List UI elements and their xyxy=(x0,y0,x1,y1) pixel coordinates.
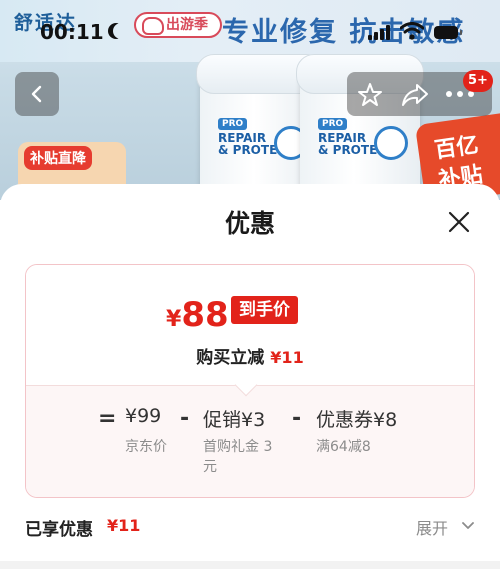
final-price-amount: 88 xyxy=(181,295,229,335)
instant-discount-label: 购买立减 xyxy=(196,348,265,368)
share-icon[interactable] xyxy=(401,82,429,108)
chevron-down-icon[interactable] xyxy=(462,522,474,530)
enjoyed-discount-label: 已享优惠 xyxy=(25,520,93,540)
notification-badge: 5+ xyxy=(463,70,493,92)
final-price-section: ¥88 到手价 购买立减 ¥11 xyxy=(26,265,474,385)
minus-operator: - xyxy=(180,406,190,431)
favorite-star-icon[interactable] xyxy=(357,82,383,108)
cellular-signal-icon xyxy=(368,24,392,40)
product-pro-label: PRO xyxy=(318,118,348,130)
enjoyed-discount-row: 已享优惠 ¥11 展开 xyxy=(25,515,475,541)
expand-button[interactable]: 展开 xyxy=(416,515,448,539)
equals-operator: = xyxy=(98,406,117,431)
final-price-currency: ¥ xyxy=(166,307,182,332)
minus-operator: - xyxy=(292,406,302,431)
trip-season-badge: 出游季 xyxy=(134,12,222,38)
discount-sheet: 优惠 ¥88 到手价 购买立减 ¥11 = ¥99 京东价 - 促销¥3 首购礼金… xyxy=(0,184,500,569)
instant-discount-amount: ¥11 xyxy=(270,348,304,367)
product-pro-label: PRO xyxy=(218,118,248,130)
bottom-divider xyxy=(0,561,500,569)
enjoyed-discount-amount: ¥11 xyxy=(107,516,141,535)
banner-slogan: 专业修复 抗击敏感 xyxy=(222,17,466,48)
close-icon[interactable] xyxy=(447,210,471,234)
promotion-desc: 首购礼金 3元 xyxy=(203,439,273,475)
tooth-logo-icon xyxy=(374,126,408,160)
status-time: 00:11 xyxy=(40,20,104,44)
jd-price-value: ¥99 xyxy=(125,405,162,427)
back-button[interactable] xyxy=(15,72,59,116)
subsidy-drop-label: 补贴直降 xyxy=(24,146,92,170)
price-breakdown-card: ¥88 到手价 购买立减 ¥11 = ¥99 京东价 - 促销¥3 首购礼金 3元… xyxy=(25,264,475,498)
final-price: ¥88 xyxy=(166,295,229,335)
chevron-left-icon xyxy=(31,85,42,103)
coupon-value: 优惠券¥8 xyxy=(316,409,398,431)
wifi-icon xyxy=(400,22,424,40)
product-background: 舒适达 出游季 专业修复 抗击敏感 00:11 PRO REPAIR & PROT… xyxy=(0,0,500,200)
promotion-value: 促销¥3 xyxy=(203,409,266,431)
instant-discount: 购买立减 ¥11 xyxy=(26,343,474,368)
dnd-moon-icon xyxy=(113,23,129,39)
battery-icon xyxy=(434,26,462,39)
coupon-desc: 满64减8 xyxy=(316,439,371,455)
final-price-tag: 到手价 xyxy=(231,296,298,324)
sheet-title: 优惠 xyxy=(224,209,275,238)
jd-price-label: 京东价 xyxy=(125,439,167,455)
